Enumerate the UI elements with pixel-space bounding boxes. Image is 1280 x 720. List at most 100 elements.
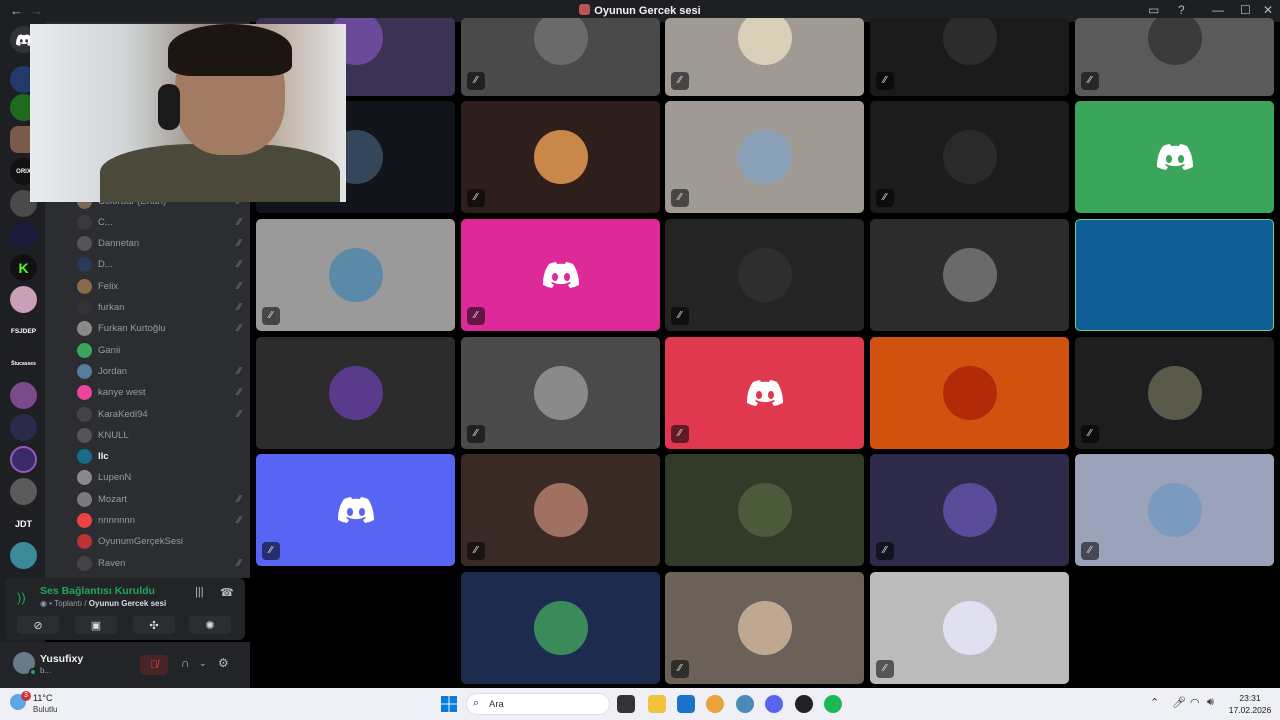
participant-tile[interactable] [1075, 101, 1274, 213]
chevron-up-icon[interactable]: ⌃ [1150, 696, 1159, 709]
app-icon[interactable] [795, 695, 813, 713]
participant-tile[interactable] [256, 337, 455, 449]
member-row[interactable]: Ganii [77, 340, 247, 360]
participant-tile[interactable]: ⁄⁄ [870, 101, 1069, 213]
server-icon[interactable] [10, 414, 37, 441]
server-icon-fsjdep[interactable]: FSJDEP [10, 318, 37, 345]
mic-muted-icon: ⁄⁄ [467, 542, 485, 560]
minimize-icon[interactable]: — [1212, 3, 1224, 17]
member-row[interactable]: Dannetan ⁄⁄ [77, 234, 247, 254]
participant-tile[interactable]: ⁄⁄ [665, 572, 864, 684]
disconnect-icon[interactable]: ☎ [220, 586, 234, 599]
participant-tile[interactable] [461, 572, 660, 684]
avatar [533, 130, 588, 184]
participant-tile[interactable]: ⁄⁄ [1075, 454, 1274, 566]
avatar [77, 342, 92, 358]
participant-tile[interactable]: ⁄⁄ [461, 101, 660, 213]
participant-tile[interactable]: ⁄⁄ [461, 219, 660, 331]
member-row[interactable]: OyunumGerçekSesi [77, 532, 247, 552]
volume-icon[interactable]: 🔊︎ [1207, 696, 1214, 709]
maximize-icon[interactable]: ☐ [1240, 3, 1251, 17]
chevron-down-icon[interactable]: ⌄ [199, 658, 207, 669]
server-icon-stucasses[interactable]: Ŝtucasses [10, 350, 37, 377]
app-icon[interactable] [736, 695, 754, 713]
avatar [1147, 18, 1202, 65]
participant-tile[interactable]: ⁄⁄ [665, 337, 864, 449]
member-row[interactable]: Felix ⁄⁄ [77, 276, 247, 296]
mic-muted-icon: ⁄⁄ [237, 408, 241, 420]
weather-temperature[interactable]: 11°C [33, 693, 52, 703]
participant-tile[interactable]: ⁄⁄ [870, 18, 1069, 96]
participant-tile[interactable]: ⁄⁄ [1075, 18, 1274, 96]
username[interactable]: Yusufixy [40, 653, 83, 665]
member-row[interactable]: D... ⁄⁄ [77, 255, 247, 275]
windows-taskbar: 3 11°C Bulutlu ⌕ Ara ⌃ 🎤︎ ◠ 🔊︎ 23:31 17.… [0, 688, 1280, 720]
participant-tile[interactable]: ⁄⁄ [256, 219, 455, 331]
server-icon[interactable] [10, 542, 37, 569]
task-view-icon[interactable] [617, 695, 635, 713]
start-button[interactable] [440, 695, 458, 713]
member-row[interactable]: nnnnnnn ⁄⁄ [77, 511, 247, 531]
member-row[interactable]: furkan ⁄⁄ [77, 298, 247, 318]
member-row[interactable]: kanye west ⁄⁄ [77, 383, 247, 403]
server-icon[interactable] [10, 478, 37, 505]
member-name: C... [98, 216, 113, 228]
settings-gear-icon[interactable]: ⚙ [218, 656, 229, 670]
participant-tile[interactable]: ⁄⁄ [665, 219, 864, 331]
member-row[interactable]: Raven ⁄⁄ [77, 553, 247, 573]
help-icon[interactable]: ? [1178, 3, 1185, 17]
participant-tile[interactable] [870, 219, 1069, 331]
noise-suppression-icon[interactable]: ||| [195, 586, 204, 598]
participant-tile[interactable]: ⁄⁄ [665, 101, 864, 213]
soundboard-button[interactable]: ✺ [189, 616, 231, 634]
headphones-icon[interactable]: ∩ [181, 656, 190, 670]
taskbar-search[interactable]: ⌕ Ara [466, 693, 610, 715]
member-row[interactable]: llc [77, 447, 247, 467]
store-icon[interactable] [677, 695, 695, 713]
member-row[interactable]: Mozart ⁄⁄ [77, 489, 247, 509]
server-icon[interactable] [10, 286, 37, 313]
member-row[interactable]: KaraKedi94 ⁄⁄ [77, 404, 247, 424]
mute-mic-button[interactable]: 🎙̸ [140, 655, 168, 675]
avatar [533, 601, 588, 655]
avatar [77, 321, 92, 337]
participant-tile[interactable]: ⁄⁄ [461, 454, 660, 566]
wifi-icon[interactable]: ◠ [1190, 696, 1200, 709]
activities-button[interactable]: ✣ [133, 616, 175, 634]
participant-tile[interactable]: ⁄⁄ [256, 454, 455, 566]
server-icon[interactable] [10, 382, 37, 409]
weather-condition[interactable]: Bulutlu [33, 705, 57, 714]
chrome-icon[interactable] [706, 695, 724, 713]
avatar [77, 363, 92, 379]
server-icon-k[interactable]: K [10, 254, 37, 281]
member-row[interactable]: LupenN [77, 468, 247, 488]
server-icon[interactable] [10, 446, 37, 473]
participant-tile[interactable] [870, 337, 1069, 449]
close-icon[interactable]: ✕ [1263, 3, 1273, 17]
file-explorer-icon[interactable] [648, 695, 666, 713]
participant-tile[interactable]: ⁄⁄ [461, 337, 660, 449]
member-row[interactable]: Jordan ⁄⁄ [77, 361, 247, 381]
server-icon[interactable] [10, 222, 37, 249]
microphone-icon[interactable]: 🎤︎ [1172, 696, 1186, 709]
taskbar-clock[interactable]: 23:31 17.02.2026 [1224, 692, 1276, 716]
member-row[interactable]: Furkan Kurtoğlu ⁄⁄ [77, 319, 247, 339]
screen-share-button[interactable]: ▣ [75, 616, 117, 634]
participant-tile[interactable] [665, 454, 864, 566]
member-row[interactable]: KNULL [77, 425, 247, 445]
participant-tile[interactable] [1075, 219, 1274, 331]
webcam-preview[interactable] [30, 24, 346, 202]
voice-channel-path[interactable]: ◉ • Toplantı / Oyunun Gercek sesi [40, 599, 166, 608]
participant-tile[interactable]: ⁄⁄ [461, 18, 660, 96]
camera-off-button[interactable]: ⊘ [17, 616, 59, 634]
inbox-icon[interactable]: ▭ [1148, 3, 1159, 17]
participant-tile[interactable]: ⁄⁄ [1075, 337, 1274, 449]
participant-tile[interactable]: ⁄⁄ [870, 454, 1069, 566]
member-row[interactable]: C... ⁄⁄ [77, 212, 247, 232]
spotify-icon[interactable] [824, 695, 842, 713]
participant-tile[interactable]: ⁄⁄ [870, 572, 1069, 684]
participant-tile[interactable]: ⁄⁄ [665, 18, 864, 96]
server-icon-jdt[interactable]: JDT [10, 510, 37, 537]
activities-icon: ✣ [149, 619, 159, 632]
discord-taskbar-icon[interactable] [765, 695, 783, 713]
